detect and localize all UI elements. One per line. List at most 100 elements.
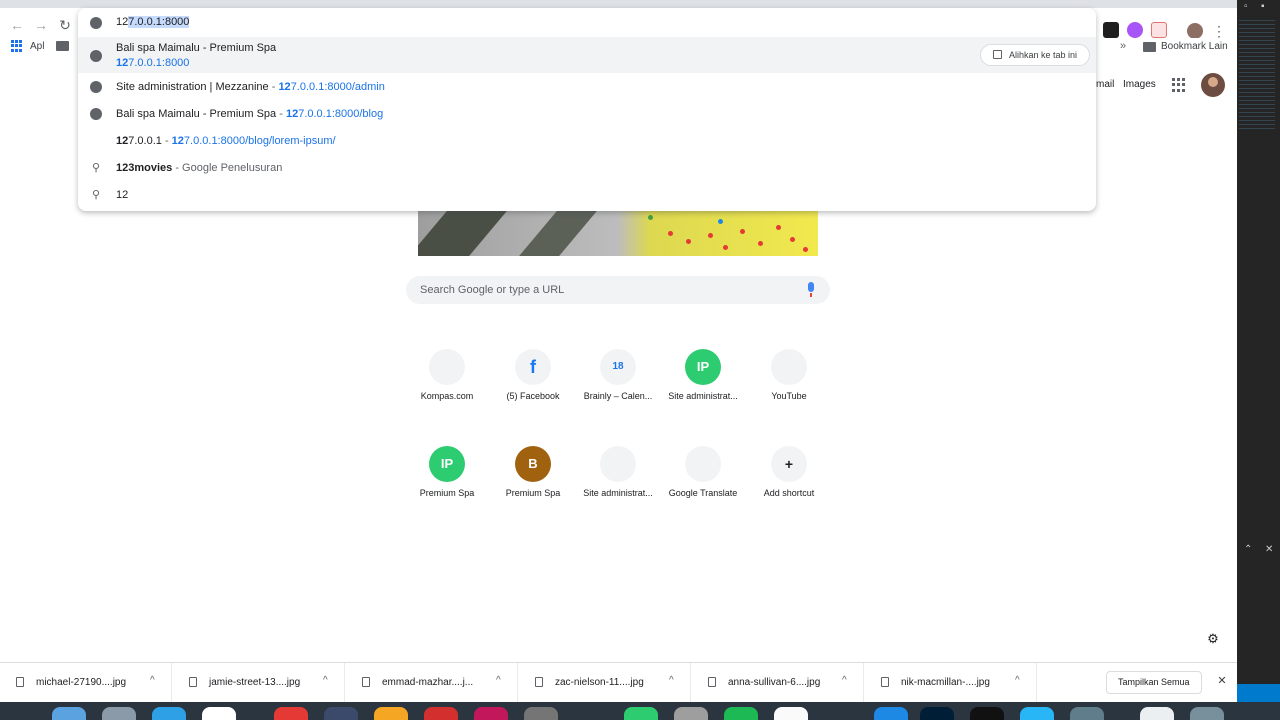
dock-app-icon[interactable]	[1070, 707, 1104, 720]
shortcut-tile[interactable]: Site administrat...	[574, 446, 662, 526]
switch-to-tab-button[interactable]: Alihkan ke tab ini	[979, 44, 1090, 66]
suggestion-row[interactable]: ⚲ 12	[78, 182, 1096, 208]
dock-app-icon[interactable]	[52, 707, 86, 720]
dock-app-icon[interactable]	[624, 707, 658, 720]
suggestion-title: Bali spa Maimalu - Premium Spa	[116, 42, 277, 54]
search-icon: ⚲	[91, 162, 101, 174]
back-arrow-icon[interactable]: ←	[8, 16, 26, 34]
microphone-icon[interactable]	[806, 282, 816, 298]
dock-app-icon[interactable]	[674, 707, 708, 720]
chevron-up-icon[interactable]: ^	[323, 675, 328, 686]
shortcut-tile[interactable]: B Premium Spa	[489, 446, 577, 526]
dock-app-icon[interactable]	[524, 707, 558, 720]
download-filename: jamie-street-13....jpg	[209, 677, 301, 688]
extension-icon[interactable]	[1127, 22, 1143, 38]
suggestion-query: 123movies	[116, 162, 173, 174]
chevron-up-icon[interactable]: ^	[1015, 675, 1020, 686]
extension-icon[interactable]	[1151, 22, 1167, 38]
suggestion-row[interactable]: Bali spa Maimalu - Premium Spa 127.0.0.1…	[78, 37, 1096, 73]
shortcut-tile[interactable]: Kompas.com	[403, 349, 491, 429]
chevron-up-icon[interactable]: ^	[842, 675, 847, 686]
dock-app-icon[interactable]	[102, 707, 136, 720]
extension-icon[interactable]	[1103, 22, 1119, 38]
suggestion-row[interactable]: Bali spa Maimalu - Premium Spa - 127.0.0…	[78, 101, 1096, 127]
profile-avatar[interactable]	[1187, 23, 1203, 39]
suggestion-row[interactable]: Site administration | Mezzanine - 127.0.…	[78, 74, 1096, 100]
omnibox-input[interactable]: 127.0.0.1:8000	[116, 16, 190, 28]
download-item[interactable]: zac-nielson-11....jpg ^	[519, 663, 691, 703]
shortcut-tile[interactable]: IP Site administrat...	[659, 349, 747, 429]
account-avatar[interactable]	[1201, 73, 1225, 97]
dock-app-icon[interactable]	[202, 707, 236, 720]
window-control-icon[interactable]: ▪	[1261, 1, 1265, 12]
folder-icon[interactable]	[1143, 42, 1156, 52]
reload-icon[interactable]: ↻	[56, 16, 74, 34]
shortcut-tile[interactable]: YouTube	[745, 349, 833, 429]
dock-app-icon[interactable]	[424, 707, 458, 720]
show-all-downloads-button[interactable]: Tampilkan Semua	[1106, 671, 1202, 694]
download-filename: anna-sullivan-6....jpg	[728, 677, 821, 688]
download-item[interactable]: michael-27190....jpg ^	[0, 663, 172, 703]
gear-icon[interactable]: ⚙	[1206, 632, 1220, 646]
window-control-icon[interactable]: ▫	[1244, 1, 1248, 12]
search-input[interactable]	[420, 282, 800, 298]
file-icon	[708, 677, 716, 687]
shortcut-icon: IP	[685, 349, 721, 385]
suggestion-row[interactable]: ⚲ 123movies - Google Penelusuran	[78, 155, 1096, 181]
close-icon[interactable]: ✕	[1265, 544, 1273, 555]
download-item[interactable]: nik-macmillan-....jpg ^	[865, 663, 1037, 703]
dock-app-icon[interactable]	[374, 707, 408, 720]
bookmark-other[interactable]: Bookmark Lain	[1161, 41, 1228, 52]
shortcut-icon: +	[771, 446, 807, 482]
tab-icon	[992, 50, 1002, 59]
globe-icon	[90, 17, 102, 29]
dock-app-icon[interactable]	[152, 707, 186, 720]
shortcut-icon: B	[515, 446, 551, 482]
dock-app-icon[interactable]	[324, 707, 358, 720]
shortcut-label: Site administrat...	[583, 488, 653, 498]
folder-icon[interactable]	[56, 41, 69, 51]
google-doodle[interactable]	[418, 211, 818, 256]
dock-app-icon[interactable]	[774, 707, 808, 720]
dock-app-icon[interactable]	[474, 707, 508, 720]
tab-strip[interactable]	[0, 0, 1237, 8]
shortcut-icon: f	[515, 349, 551, 385]
omnibox-input-row[interactable]: 127.0.0.1:8000	[78, 8, 1096, 36]
bookmark-overflow-icon[interactable]: »	[1120, 40, 1126, 52]
shortcut-tile[interactable]: 18 Brainly – Calen...	[574, 349, 662, 429]
google-apps-icon[interactable]	[1172, 78, 1186, 92]
dock-app-icon[interactable]	[1020, 707, 1054, 720]
close-icon[interactable]: ✕	[1215, 673, 1229, 689]
dock-app-icon[interactable]	[874, 707, 908, 720]
shortcut-tile[interactable]: + Add shortcut	[745, 446, 833, 526]
chevron-up-icon[interactable]: ^	[496, 675, 501, 686]
dock-app-icon[interactable]	[970, 707, 1004, 720]
chevron-up-icon[interactable]: ^	[150, 675, 155, 686]
file-icon	[16, 677, 24, 687]
apps-grid-icon[interactable]	[11, 40, 23, 52]
gmail-link[interactable]: mail	[1096, 79, 1114, 90]
file-icon	[535, 677, 543, 687]
shortcut-tile[interactable]: Google Translate	[659, 446, 747, 526]
search-icon: ⚲	[91, 189, 101, 201]
forward-arrow-icon[interactable]: →	[32, 16, 50, 34]
chevron-up-icon[interactable]: ^	[669, 675, 674, 686]
images-link[interactable]: Images	[1123, 79, 1156, 90]
download-item[interactable]: jamie-street-13....jpg ^	[173, 663, 345, 703]
shortcut-tile[interactable]: f (5) Facebook	[489, 349, 577, 429]
dock-app-icon[interactable]	[724, 707, 758, 720]
shortcut-label: Add shortcut	[763, 488, 815, 498]
download-item[interactable]: anna-sullivan-6....jpg ^	[692, 663, 864, 703]
dock-app-icon[interactable]	[1140, 707, 1174, 720]
shortcut-tile[interactable]: IP Premium Spa	[403, 446, 491, 526]
chevron-up-icon[interactable]: ⌃	[1244, 544, 1252, 555]
dock-app-icon[interactable]	[274, 707, 308, 720]
suggestion-query: 12	[116, 189, 129, 201]
dock-app-icon[interactable]	[920, 707, 954, 720]
download-item[interactable]: emmad-mazhar....j... ^	[346, 663, 518, 703]
suggestion-url: 127.0.0.1:8000	[116, 57, 190, 69]
dock-app-icon[interactable]	[1190, 707, 1224, 720]
suggestion-row[interactable]: 127.0.0.1 - 127.0.0.1:8000/blog/lorem-ip…	[78, 128, 1096, 154]
bookmark-apps[interactable]: Apl	[30, 41, 44, 52]
globe-icon	[90, 50, 102, 62]
